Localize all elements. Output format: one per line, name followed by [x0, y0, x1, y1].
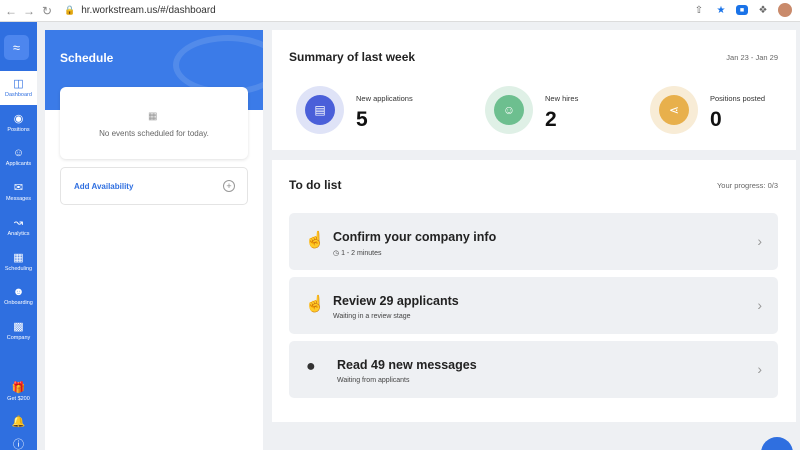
share-page-icon[interactable]: ⇧	[692, 3, 706, 17]
schedule-title: Schedule	[60, 51, 114, 65]
help-icon: ⓘ	[13, 439, 24, 450]
nav-label: Dashboard	[5, 92, 32, 98]
reload-icon[interactable]: ↻	[38, 2, 56, 20]
nav-item-company[interactable]: ▩ Company	[0, 314, 37, 348]
task-subtitle: Waiting in a review stage	[333, 313, 411, 320]
nav-label: Positions	[7, 127, 30, 133]
analytics-icon: ↝	[13, 217, 24, 229]
stat-label: New hires	[545, 94, 579, 103]
task-review-applicants[interactable]: ☝ Review 29 applicants Waiting in a revi…	[289, 277, 778, 334]
chevron-right-icon: ›	[757, 233, 762, 249]
hand-pointer-icon: ☝	[305, 232, 325, 249]
nav-item-analytics[interactable]: ↝ Analytics	[0, 210, 37, 244]
todo-panel: To do list Your progress: 0/3 ☝ Confirm …	[272, 160, 796, 422]
empty-schedule-text: No events scheduled for today.	[99, 129, 209, 138]
nav-item-onboarding[interactable]: ☻ Onboarding	[0, 279, 37, 313]
stat-value: 5	[356, 108, 368, 131]
gift-icon: 🎁	[11, 382, 26, 394]
stat-label: New applications	[356, 94, 413, 103]
stat-value: 0	[710, 108, 722, 131]
extension-icon[interactable]: ■	[736, 5, 748, 15]
chevron-right-icon: ›	[757, 361, 762, 377]
nav-item-applicants[interactable]: ☺ Applicants	[0, 140, 37, 174]
nav-item-get-200[interactable]: 🎁 Get $200	[0, 375, 37, 409]
stat-label: Positions posted	[710, 94, 766, 103]
add-availability-label: Add Availability	[74, 182, 134, 191]
nav-label: Onboarding	[4, 300, 33, 306]
user-check-icon: ☺	[494, 95, 524, 125]
nav-label: Scheduling	[4, 266, 33, 272]
task-confirm-company-info[interactable]: ☝ Confirm your company info ◷ 1 - 2 minu…	[289, 213, 778, 270]
company-icon: ▩	[13, 321, 24, 333]
back-icon[interactable]: ←	[2, 2, 20, 20]
profile-avatar[interactable]	[778, 3, 792, 17]
dashboard-icon: ◫	[13, 78, 24, 90]
messages-icon: ✉	[13, 182, 24, 194]
nav-item-messages[interactable]: ✉ Messages	[0, 175, 37, 209]
summary-title: Summary of last week	[289, 50, 416, 64]
browser-toolbar: ← → ↻ 🔒 hr.workstream.us/#/dashboard ⇧ ★…	[0, 0, 800, 22]
nav-item-dashboard[interactable]: ◫ Dashboard	[0, 71, 37, 105]
nav-label: Analytics	[7, 231, 30, 237]
help-button[interactable]: ⓘ	[0, 428, 37, 450]
nav-label: Get $200	[7, 396, 30, 402]
schedule-panel: Schedule ▦ No events scheduled for today…	[45, 30, 263, 450]
task-title: Read 49 new messages	[337, 358, 477, 372]
address-bar[interactable]: hr.workstream.us/#/dashboard	[81, 5, 216, 16]
add-availability-button[interactable]: Add Availability +	[60, 167, 248, 205]
positions-icon: ◉	[13, 113, 24, 125]
summary-panel: Summary of last week Jan 23 - Jan 29 ▤ N…	[272, 30, 796, 150]
scheduling-icon: ▦	[13, 252, 24, 264]
todo-progress: Your progress: 0/3	[716, 181, 778, 190]
chevron-right-icon: ›	[757, 297, 762, 313]
bell-icon: 🔔	[11, 416, 26, 428]
task-subtitle-text: 1 - 2 minutes	[341, 250, 382, 257]
schedule-empty-card: ▦ No events scheduled for today.	[60, 87, 248, 159]
task-subtitle: Waiting from applicants	[337, 377, 410, 384]
lock-icon[interactable]: 🔒	[64, 5, 75, 16]
clock-icon: ◷	[333, 250, 342, 257]
hand-pointer-icon: ☝	[305, 296, 325, 313]
puzzle-extensions-icon[interactable]: ❖	[756, 3, 770, 17]
summary-date-range: Jan 23 - Jan 29	[726, 53, 778, 62]
applicants-icon: ☺	[12, 147, 25, 159]
nav-item-scheduling[interactable]: ▦ Scheduling	[0, 245, 37, 279]
document-icon: ▤	[305, 95, 335, 125]
nav-label: Messages	[5, 196, 32, 202]
chat-bubble-icon: ●	[306, 358, 316, 375]
stat-value: 2	[545, 108, 557, 131]
bookmark-star-icon[interactable]: ★	[714, 3, 728, 17]
nav-label: Applicants	[5, 161, 32, 167]
forward-icon[interactable]: →	[20, 2, 38, 20]
chat-launcher-button[interactable]	[761, 437, 793, 450]
workstream-logo-icon[interactable]: ≈	[4, 35, 29, 60]
task-title: Review 29 applicants	[333, 294, 459, 308]
task-subtitle: ◷ 1 - 2 minutes	[333, 249, 382, 257]
left-sidebar: ≈ ◫ Dashboard ◉ Positions ☺ Applicants ✉…	[0, 22, 37, 450]
calendar-icon: ▦	[148, 111, 158, 122]
onboarding-icon: ☻	[12, 286, 25, 298]
decorative-wave	[173, 35, 263, 95]
task-read-messages[interactable]: ● Read 49 new messages Waiting from appl…	[289, 341, 778, 398]
share-icon: ⋖	[659, 95, 689, 125]
task-title: Confirm your company info	[333, 230, 497, 244]
todo-title: To do list	[289, 178, 342, 192]
nav-label: Company	[6, 335, 31, 341]
plus-circle-icon[interactable]: +	[223, 180, 235, 192]
nav-item-positions[interactable]: ◉ Positions	[0, 106, 37, 140]
